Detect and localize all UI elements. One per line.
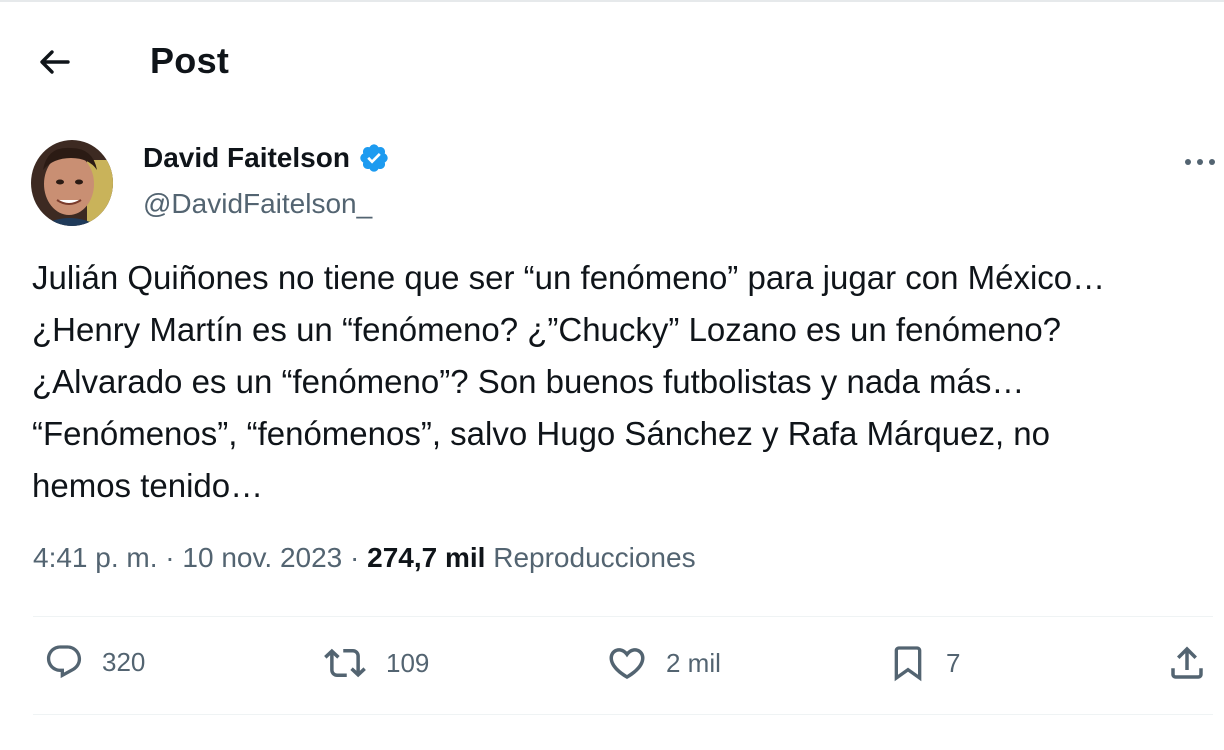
tweet-line: ¿Henry Martín es un “fenómeno? ¿”Chucky”… [32, 311, 1062, 348]
views-label: Reproducciones [493, 542, 696, 573]
page-title: Post [150, 40, 230, 81]
more-button[interactable] [1180, 144, 1220, 180]
tweet-time[interactable]: 4:41 p. m. [33, 542, 158, 573]
tweet-text: Julián Quiñones no tiene que ser “un fen… [32, 252, 1212, 512]
like-icon [609, 648, 645, 680]
tweet-date[interactable]: 10 nov. 2023 [182, 542, 342, 573]
author-handle[interactable]: @DavidFaitelson_ [143, 188, 372, 220]
like-button[interactable]: 2 mil [606, 642, 721, 684]
back-button[interactable] [30, 42, 78, 82]
author-name-row[interactable]: David Faitelson [143, 142, 390, 174]
display-name[interactable]: David Faitelson [143, 142, 350, 174]
more-icon [1185, 159, 1215, 165]
bookmark-icon [894, 646, 922, 682]
views-count: 274,7 mil [367, 542, 486, 573]
avatar[interactable] [31, 140, 113, 226]
tweet-line: “Fenómenos”, “fenómenos”, salvo Hugo Sán… [32, 415, 1051, 452]
verified-badge-icon [360, 144, 388, 172]
tweet-meta: 4:41 p. m. · 10 nov. 2023 · 274,7 mil Re… [33, 542, 696, 574]
bookmark-button[interactable]: 7 [888, 642, 960, 684]
post-page: Post David Faitelson @DavidFaitelson_ Ju… [0, 0, 1224, 750]
repost-icon [324, 648, 366, 678]
reply-icon [46, 645, 82, 679]
divider [33, 714, 1213, 715]
bookmark-count: 7 [946, 647, 961, 678]
tweet-line: ¿Alvarado es un “fenómeno”? Son buenos f… [32, 363, 1025, 400]
reply-count: 320 [102, 646, 146, 677]
reply-button[interactable]: 320 [44, 642, 145, 682]
separator: · [157, 542, 183, 573]
separator: · [342, 542, 368, 573]
divider [33, 616, 1213, 617]
share-button[interactable] [1166, 642, 1208, 684]
share-icon [1171, 646, 1203, 679]
repost-button[interactable]: 109 [322, 642, 429, 684]
repost-count: 109 [386, 647, 430, 678]
tweet-line: hemos tenido… [32, 467, 264, 504]
tweet-line: Julián Quiñones no tiene que ser “un fen… [32, 259, 1106, 296]
like-count: 2 mil [666, 647, 721, 678]
back-arrow-icon [40, 50, 70, 74]
